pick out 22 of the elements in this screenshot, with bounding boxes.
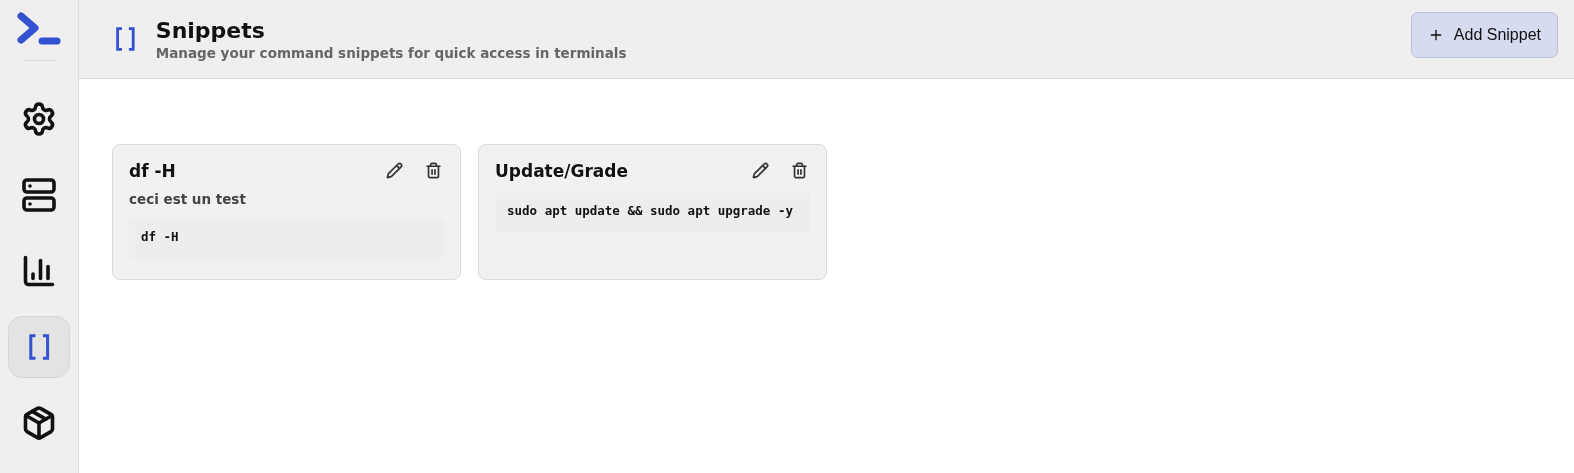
delete-button[interactable] (423, 160, 444, 181)
snippet-name: Update/Grade (495, 160, 629, 181)
settings-icon (21, 101, 57, 137)
bar-chart-icon (21, 253, 57, 289)
pencil-icon (752, 162, 769, 179)
trash-icon (425, 162, 442, 179)
edit-button[interactable] (750, 160, 771, 181)
page-subtitle: Manage your command snippets for quick access in terminals (155, 44, 628, 61)
pencil-icon (386, 162, 403, 179)
snippet-description: ceci est un test (129, 191, 247, 207)
snippet-command: sudo apt update && sudo apt upgrade -y (495, 193, 810, 233)
server-icon (21, 177, 57, 213)
delete-button[interactable] (789, 160, 810, 181)
brackets-icon (115, 26, 136, 52)
trash-icon (791, 162, 808, 179)
snippet-name: df -H (129, 160, 177, 181)
snippet-command: df -H (129, 219, 444, 259)
add-snippet-button[interactable]: Add Snippet (1410, 12, 1558, 58)
page-title: Snippets (155, 17, 266, 43)
brackets-icon (27, 333, 51, 361)
edit-button[interactable] (384, 160, 405, 181)
package-icon (21, 405, 57, 441)
